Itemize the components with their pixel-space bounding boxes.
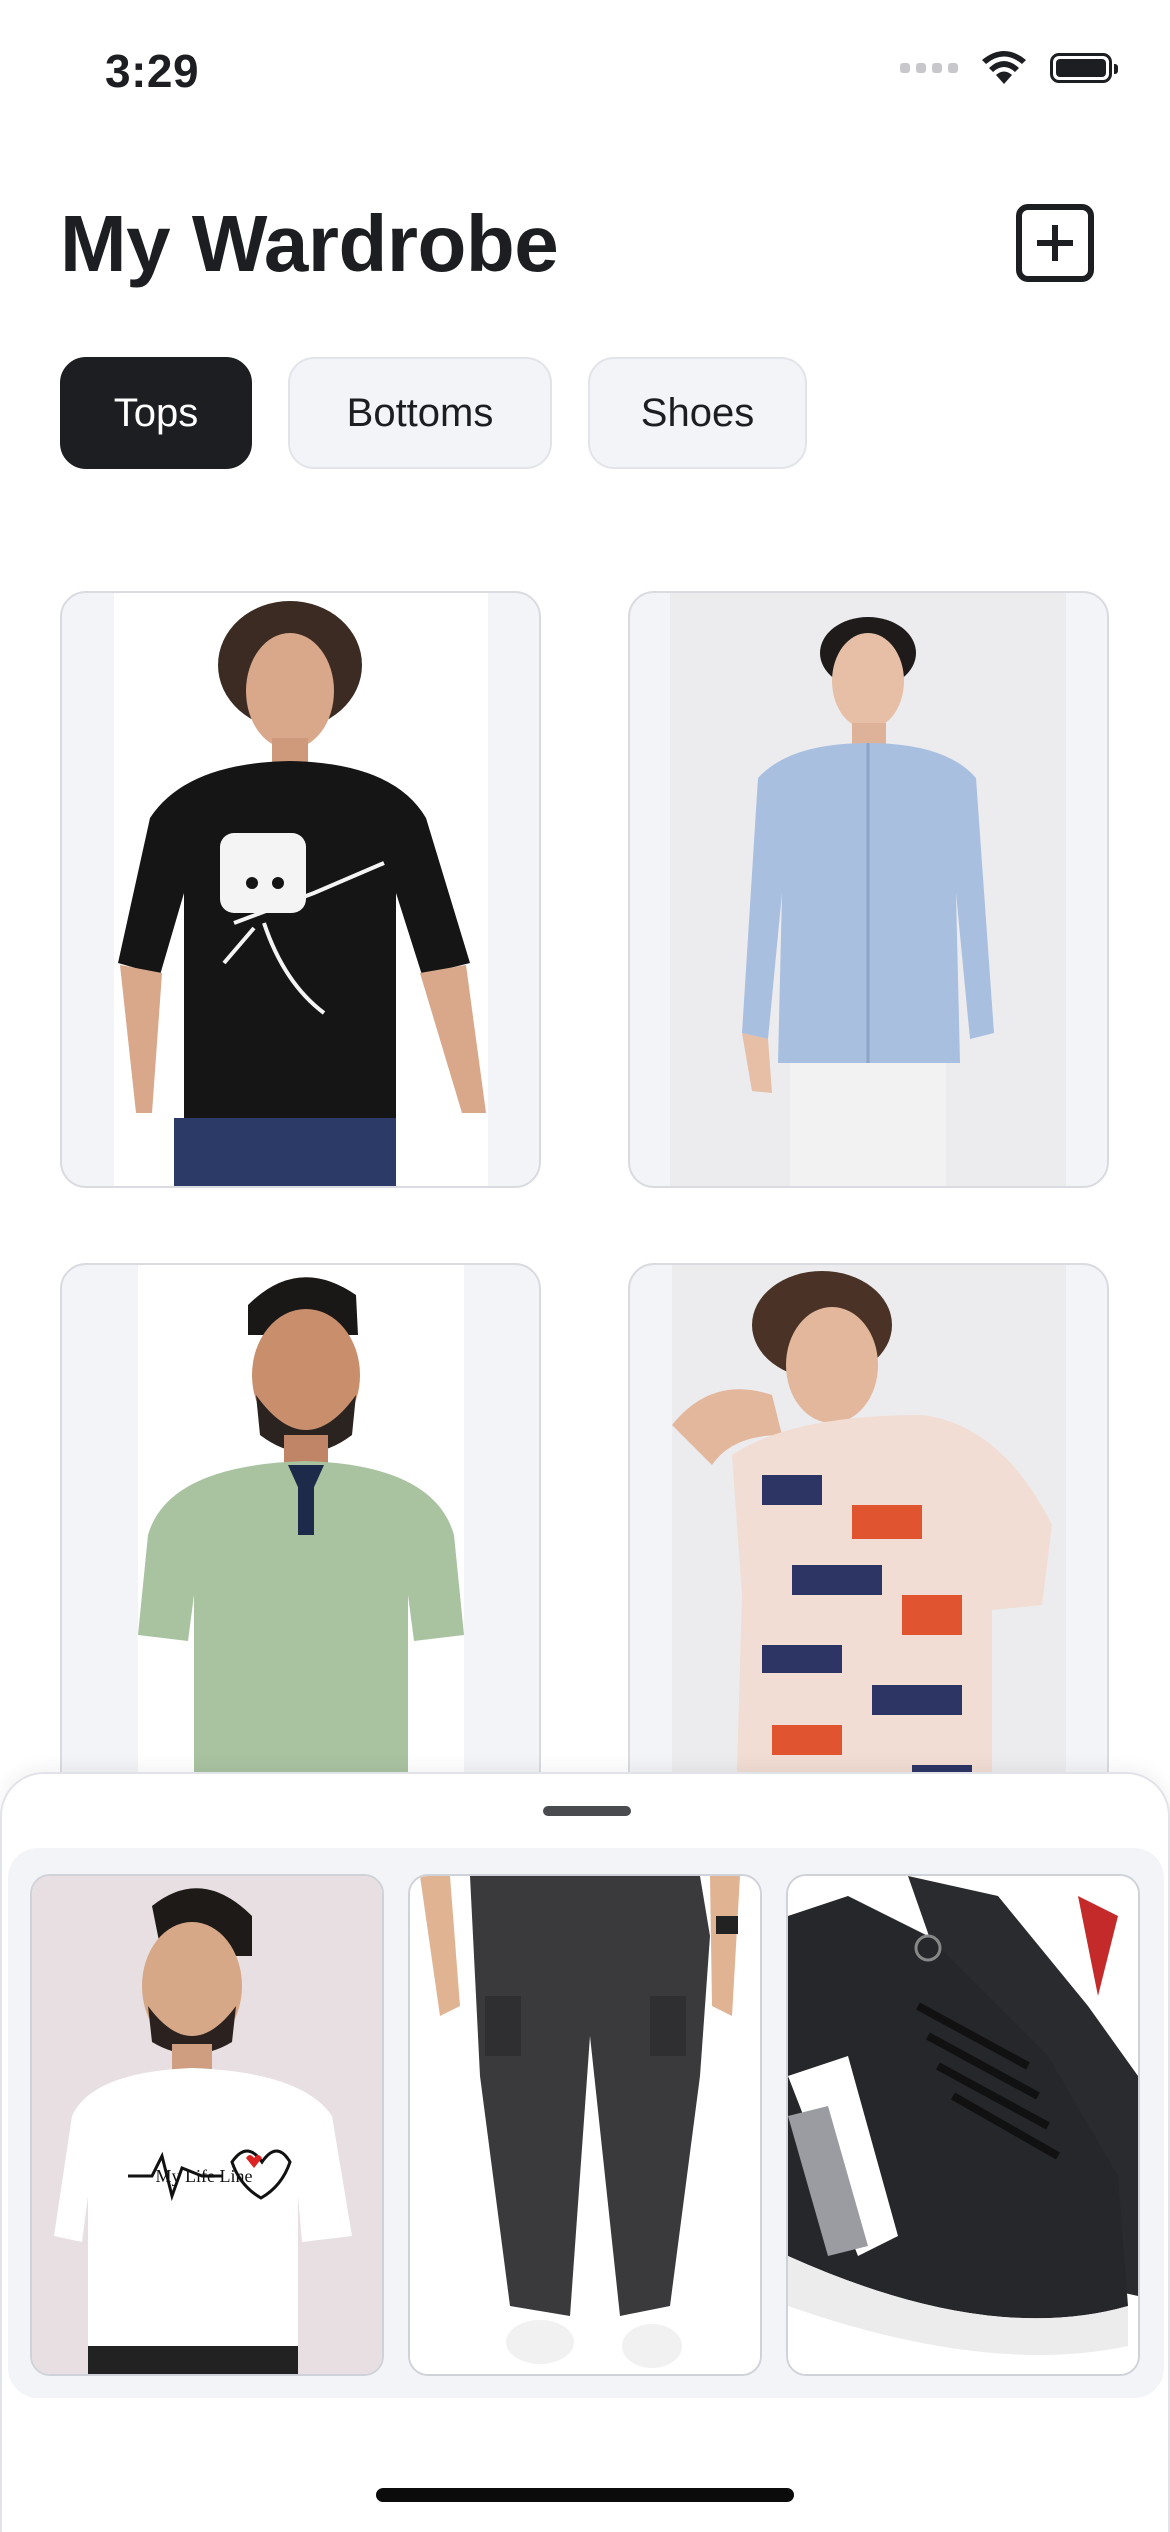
- wardrobe-screen: 3:29 My Wardrobe Tops Bottoms Shoes My L…: [0, 0, 1170, 2532]
- item-photo: [114, 593, 488, 1186]
- item-photo: [788, 1876, 1138, 2374]
- outfit-item-shoes[interactable]: [786, 1874, 1140, 2376]
- add-item-button[interactable]: [1016, 204, 1094, 282]
- status-time: 3:29: [105, 45, 200, 97]
- item-photo: [670, 593, 1066, 1186]
- tab-shoes[interactable]: Shoes: [588, 357, 807, 469]
- home-indicator[interactable]: [376, 2488, 794, 2502]
- tab-tops[interactable]: Tops: [60, 357, 252, 469]
- page-title: My Wardrobe: [60, 199, 559, 288]
- category-tabs: Tops Bottoms Shoes: [60, 357, 807, 469]
- outfit-item-bottom[interactable]: [408, 1874, 762, 2376]
- item-photo: [410, 1876, 760, 2374]
- battery-icon: [1050, 53, 1118, 83]
- wardrobe-item-card[interactable]: [60, 591, 541, 1188]
- tshirt-print-text: My Life Line: [156, 2166, 253, 2186]
- outfit-item-top[interactable]: My Life Line: [30, 1874, 384, 2376]
- wardrobe-item-card[interactable]: [628, 591, 1109, 1188]
- outfit-tray: My Life Line: [8, 1848, 1164, 2398]
- tab-bottoms[interactable]: Bottoms: [288, 357, 552, 469]
- wifi-icon: [982, 51, 1026, 84]
- outfit-bottom-sheet[interactable]: My Life Line: [0, 1772, 1170, 2532]
- sheet-grabber-handle[interactable]: [543, 1806, 631, 1816]
- cellular-signal-icon: [900, 63, 958, 73]
- status-indicators: [900, 50, 1118, 86]
- plus-icon: [1037, 225, 1073, 261]
- item-photo: My Life Line: [32, 1876, 382, 2374]
